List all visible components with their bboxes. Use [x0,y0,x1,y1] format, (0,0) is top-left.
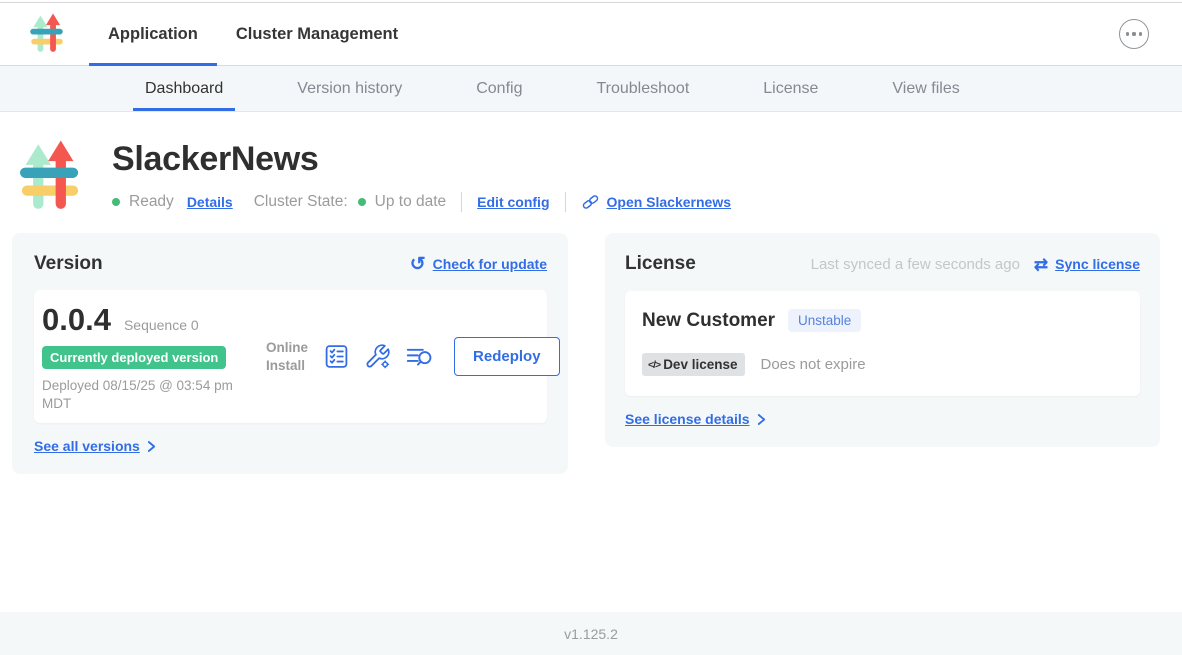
divider [565,192,566,212]
slackernews-logo-icon [30,13,64,55]
sync-arrows-icon: ⇄ [1034,256,1048,273]
license-card: License Last synced a few seconds ago ⇄ … [605,233,1160,447]
edit-config-link[interactable]: Edit config [477,194,549,210]
overflow-menu-button[interactable] [1119,19,1149,49]
cluster-state-dot [358,198,366,206]
tab-application-label: Application [108,25,198,44]
license-details-box: New Customer Unstable </> Dev license Do… [625,291,1140,396]
subnav-view-files[interactable]: View files [892,66,959,111]
app-subnav: Dashboard Version history Config Trouble… [0,66,1182,112]
console-version-label: v1.125.2 [564,626,618,642]
version-number: 0.0.4 [42,302,111,338]
top-header: Application Cluster Management [0,3,1182,66]
version-card-title: Version [34,253,103,275]
code-icon: </> [648,359,660,371]
app-status-dot [112,198,120,206]
chevron-right-icon [757,413,766,426]
wrench-gear-icon[interactable] [364,343,391,370]
subnav-version-history[interactable]: Version history [297,66,402,111]
dashboard-cards: Version ↺ Check for update 0.0.4 Sequenc… [0,216,1182,474]
see-all-versions-link[interactable]: See all versions [34,438,156,454]
app-footer: v1.125.2 [0,612,1182,655]
tab-cluster-management[interactable]: Cluster Management [217,3,417,65]
current-version-box: 0.0.4 Sequence 0 Currently deployed vers… [34,290,547,423]
tab-application[interactable]: Application [89,3,217,65]
license-expiry-label: Does not expire [760,356,865,373]
check-for-update-link[interactable]: ↺ Check for update [410,255,547,274]
version-card: Version ↺ Check for update 0.0.4 Sequenc… [12,233,568,474]
version-action-icons [323,343,434,370]
deployed-status-badge: Currently deployed version [42,346,226,369]
sync-license-link[interactable]: ⇄ Sync license [1034,256,1140,273]
preflight-checklist-icon[interactable] [323,343,350,370]
license-card-title: License [625,253,696,275]
last-synced-label: Last synced a few seconds ago [811,256,1020,273]
app-status-row: Ready Details Cluster State: Up to date … [112,192,731,212]
main-content: SlackerNews Ready Details Cluster State:… [0,112,1182,612]
subnav-license[interactable]: License [763,66,818,111]
ellipsis-icon [1126,32,1129,35]
license-type-badge: </> Dev license [642,353,745,376]
channel-badge: Unstable [788,309,861,332]
refresh-icon: ↺ [410,255,426,274]
app-header-section: SlackerNews Ready Details Cluster State:… [0,112,1182,216]
customer-name: New Customer [642,310,775,332]
install-type-label: Online Install [266,339,308,374]
sequence-label: Sequence 0 [124,317,199,333]
cluster-state-label: Cluster State: [254,193,348,211]
view-logs-icon[interactable] [405,343,434,370]
chain-link-icon [581,193,600,211]
subnav-troubleshoot[interactable]: Troubleshoot [596,66,689,111]
see-license-details-link[interactable]: See license details [625,411,766,427]
app-status-label: Ready [129,193,174,211]
subnav-dashboard[interactable]: Dashboard [145,66,223,111]
subnav-config[interactable]: Config [476,66,522,111]
deployed-timestamp: Deployed 08/15/25 @ 03:54 pm MDT [42,377,257,413]
tab-cluster-management-label: Cluster Management [236,25,398,44]
app-logo-small [30,3,64,65]
open-app-link[interactable]: Open Slackernews [581,193,732,211]
divider [461,192,462,212]
cluster-state-value: Up to date [375,193,447,211]
chevron-right-icon [147,440,156,453]
page-title: SlackerNews [112,140,731,179]
slackernews-app-icon [20,138,80,216]
status-details-link[interactable]: Details [187,194,233,210]
redeploy-button[interactable]: Redeploy [454,337,560,376]
top-nav-tabs: Application Cluster Management [89,3,417,65]
